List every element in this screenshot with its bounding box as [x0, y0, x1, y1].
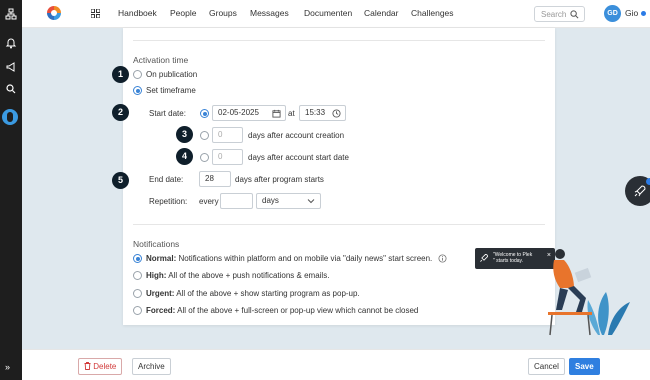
archive-button[interactable]: Archive — [132, 358, 171, 375]
days-start-label: days after account start date — [248, 153, 349, 162]
nav-documenten[interactable]: Documenten — [304, 8, 352, 18]
step-badge-2: 2 — [112, 104, 129, 121]
search-input[interactable]: Search — [534, 6, 585, 22]
repetition-unit-value: days — [262, 196, 279, 205]
start-time-input[interactable]: 15:33 — [299, 105, 346, 121]
toast-line-2: " starts today. — [493, 258, 524, 264]
step-badge-4: 4 — [176, 148, 193, 165]
user-name[interactable]: Gio — [625, 8, 638, 18]
on-publication-label[interactable]: On publication — [146, 70, 197, 79]
start-date-value: 02-05-2025 — [218, 108, 259, 117]
repetition-count-input[interactable] — [220, 193, 253, 209]
nav-people[interactable]: People — [170, 8, 196, 18]
notify-urgent-desc: All of the above + show starting program… — [176, 289, 360, 298]
profile-icon[interactable] — [2, 109, 18, 125]
every-label: every — [199, 197, 219, 206]
end-days-input[interactable]: 28 — [199, 171, 231, 187]
clock-icon[interactable] — [332, 109, 341, 118]
start-date-label: Start date: — [149, 109, 186, 118]
notify-forced-name: Forced: — [146, 306, 176, 315]
chevron-down-icon — [307, 199, 315, 204]
megaphone-icon[interactable] — [5, 61, 17, 73]
person-illustration — [548, 249, 630, 336]
notify-high-name: High: — [146, 271, 167, 280]
notify-normal-radio[interactable] — [133, 254, 142, 263]
rocket-icon — [480, 253, 489, 262]
plek-logo[interactable] — [45, 4, 63, 22]
program-settings-card: Activation time On publication Set timef… — [123, 28, 555, 325]
bell-icon[interactable] — [5, 37, 17, 49]
calendar-icon[interactable] — [272, 109, 281, 118]
rocket-icon — [634, 185, 646, 197]
notify-urgent-label[interactable]: Urgent: All of the above + show starting… — [146, 289, 360, 298]
apps-grid-icon[interactable] — [90, 8, 101, 19]
end-days-label: days after program starts — [235, 175, 324, 184]
notify-urgent-name: Urgent: — [146, 289, 175, 298]
save-button[interactable]: Save — [569, 358, 600, 375]
days-creation-input[interactable]: 0 — [212, 127, 243, 143]
days-start-radio[interactable] — [200, 153, 209, 162]
avatar[interactable]: GD — [604, 5, 621, 22]
cancel-button[interactable]: Cancel — [528, 358, 565, 375]
notification-dot — [646, 178, 650, 185]
notify-normal-label[interactable]: Normal: Notifications within platform an… — [146, 254, 432, 263]
activation-title: Activation time — [133, 55, 189, 65]
left-rail: » — [0, 0, 22, 380]
start-date-radio[interactable] — [200, 109, 209, 118]
at-label: at — [288, 109, 295, 118]
divider — [133, 40, 545, 41]
top-navigation: Handboek People Groups Messages Document… — [22, 0, 650, 28]
info-icon[interactable] — [438, 254, 447, 263]
notify-high-label[interactable]: High: All of the above + push notificati… — [146, 271, 329, 280]
delete-label: Delete — [93, 362, 117, 371]
step-badge-3: 3 — [176, 126, 193, 143]
step-badge-1: 1 — [112, 66, 129, 83]
divider — [133, 224, 545, 225]
search-icon — [570, 10, 579, 19]
search-icon[interactable] — [5, 83, 17, 95]
end-date-label: End date: — [149, 175, 184, 184]
nav-handboek[interactable]: Handboek — [118, 8, 157, 18]
set-timeframe-label[interactable]: Set timeframe — [146, 86, 196, 95]
expand-icon[interactable]: » — [5, 362, 10, 372]
on-publication-radio[interactable] — [133, 70, 142, 79]
nav-calendar[interactable]: Calendar — [364, 8, 399, 18]
status-dot — [641, 11, 646, 16]
notify-urgent-radio[interactable] — [133, 289, 142, 298]
delete-button[interactable]: Delete — [78, 358, 123, 375]
trash-icon — [84, 362, 91, 370]
notify-normal-name: Normal: — [146, 254, 177, 263]
repetition-label: Repetition: — [149, 197, 188, 206]
notify-high-desc: All of the above + push notifications & … — [168, 271, 330, 280]
notify-forced-radio[interactable] — [133, 306, 142, 315]
notify-forced-label[interactable]: Forced: All of the above + full-screen o… — [146, 306, 418, 315]
nav-groups[interactable]: Groups — [209, 8, 237, 18]
notify-forced-desc: All of the above + full-screen or pop-up… — [177, 306, 419, 315]
notify-high-radio[interactable] — [133, 271, 142, 280]
notifications-title: Notifications — [133, 239, 180, 249]
notify-normal-desc: Notifications within platform and on mob… — [178, 254, 433, 263]
nav-messages[interactable]: Messages — [250, 8, 289, 18]
network-icon[interactable] — [5, 8, 17, 20]
action-footer: Delete Archive Cancel Save — [22, 349, 650, 380]
step-badge-5: 5 — [112, 172, 129, 189]
search-placeholder: Search — [541, 10, 567, 19]
launch-button[interactable] — [625, 176, 650, 206]
days-creation-label: days after account creation — [248, 131, 345, 140]
start-time-value: 15:33 — [305, 108, 326, 117]
days-creation-radio[interactable] — [200, 131, 209, 140]
start-date-input[interactable]: 02-05-2025 — [212, 105, 286, 121]
days-start-input[interactable]: 0 — [212, 149, 243, 165]
repetition-unit-select[interactable]: days — [256, 193, 321, 209]
set-timeframe-radio[interactable] — [133, 86, 142, 95]
nav-challenges[interactable]: Challenges — [411, 8, 454, 18]
